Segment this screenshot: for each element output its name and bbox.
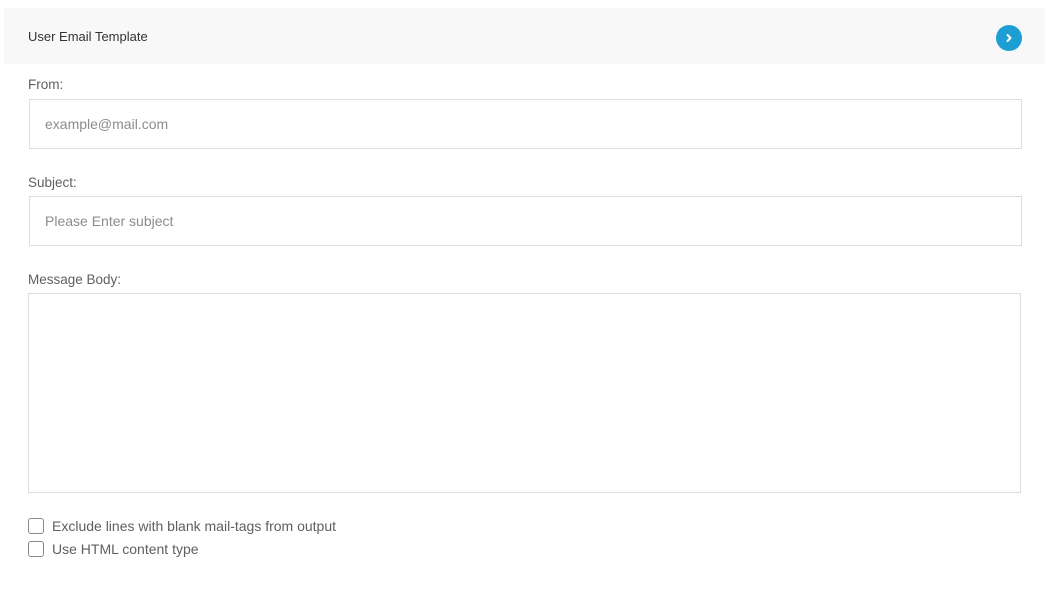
- panel-title: User Email Template: [28, 29, 148, 44]
- panel-header: User Email Template: [4, 8, 1045, 64]
- message-body-label: Message Body:: [28, 272, 122, 287]
- use-html-content-type-label: Use HTML content type: [52, 541, 199, 557]
- exclude-blank-mail-tags-checkbox[interactable]: [28, 518, 44, 534]
- from-email-input[interactable]: [29, 99, 1022, 149]
- use-html-content-type-option[interactable]: Use HTML content type: [28, 541, 199, 557]
- exclude-blank-mail-tags-label: Exclude lines with blank mail-tags from …: [52, 518, 337, 534]
- exclude-blank-mail-tags-option[interactable]: Exclude lines with blank mail-tags from …: [28, 518, 336, 534]
- subject-input[interactable]: [29, 196, 1022, 246]
- use-html-content-type-checkbox[interactable]: [28, 541, 44, 557]
- subject-label: Subject:: [28, 175, 77, 190]
- chevron-right-icon: [1006, 34, 1012, 42]
- from-label: From:: [28, 77, 64, 92]
- expand-toggle-button[interactable]: [996, 25, 1022, 51]
- message-body-textarea[interactable]: [28, 293, 1021, 493]
